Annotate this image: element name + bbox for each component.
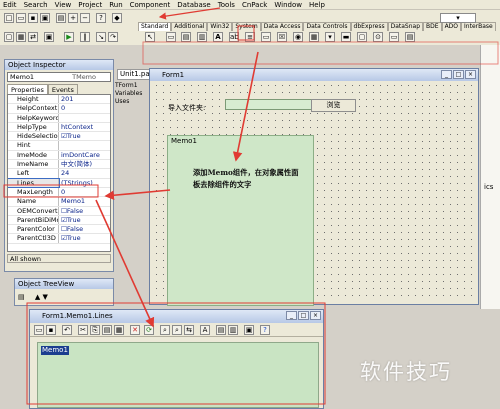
toolbar-highlight: [142, 41, 499, 65]
red-markup-overlay: [3, 7, 499, 405]
memo-icon-highlight: [237, 25, 255, 41]
watermark: 软件技巧: [360, 360, 452, 384]
arrow-memo-to-form: [232, 51, 259, 162]
arrow-to-standard-tab: [158, 7, 221, 20]
lines-property-highlight: [3, 184, 99, 198]
lines-editor-highlight: [26, 302, 326, 405]
arrow-to-lines-property: [104, 189, 171, 201]
arrow-to-lines-editor: [95, 199, 155, 328]
